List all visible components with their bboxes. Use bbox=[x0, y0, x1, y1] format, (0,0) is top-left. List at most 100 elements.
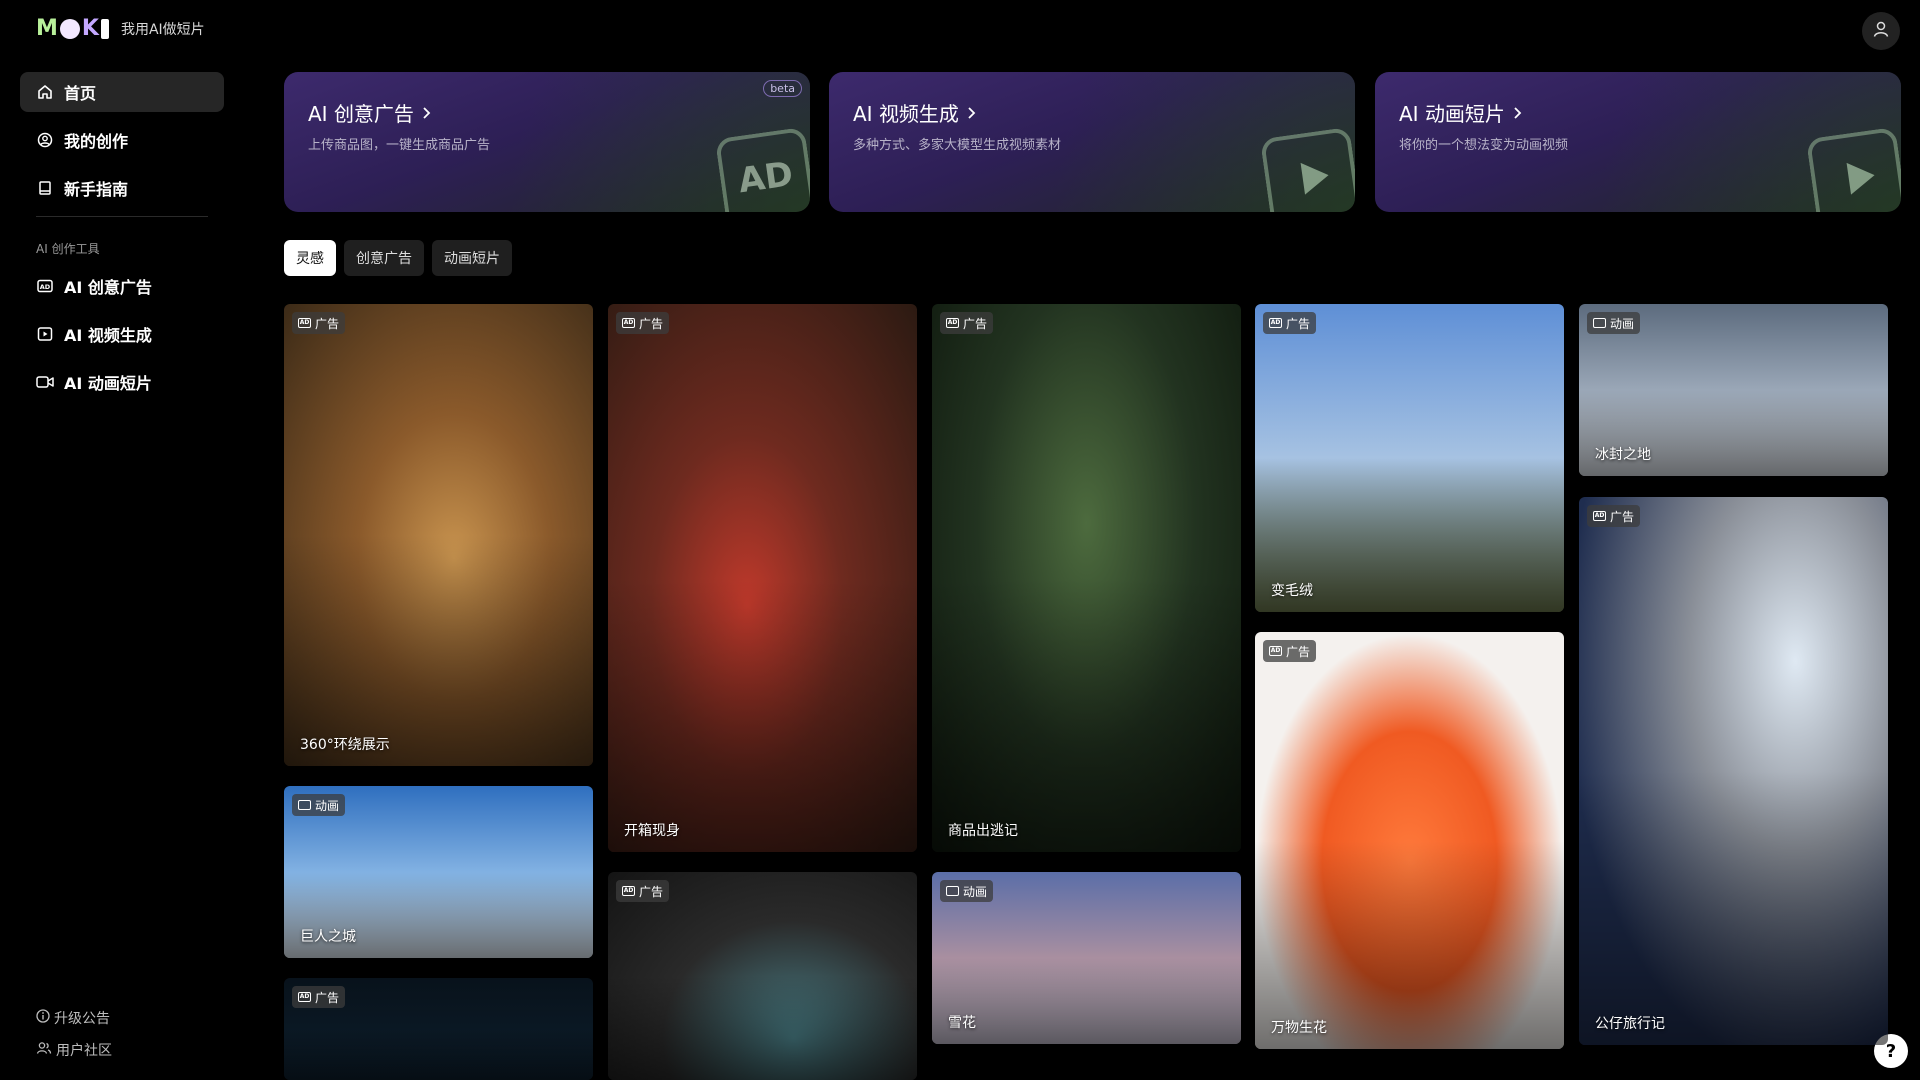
card-title: 公仔旅行记 bbox=[1595, 1016, 1665, 1032]
nav-item-ai-animation[interactable]: AI 动画短片 bbox=[20, 362, 224, 402]
app-root: M K 我用AI做短片 首页 我的创作 新手指南 AI 创作工具 AD AI 创… bbox=[0, 0, 1920, 1080]
film-icon bbox=[1593, 318, 1606, 328]
gallery-card[interactable]: AD 广告 360°环绕展示 bbox=[284, 304, 593, 766]
ad-icon: AD bbox=[622, 318, 635, 328]
ad-badge: AD 广告 bbox=[616, 312, 670, 334]
ad-badge: AD 广告 bbox=[292, 312, 346, 334]
gallery-card[interactable]: AD 广告 bbox=[284, 978, 593, 1080]
badge-label: 广告 bbox=[315, 316, 340, 331]
nav-item-guide[interactable]: 新手指南 bbox=[20, 168, 224, 208]
tools-section-label: AI 创作工具 bbox=[36, 242, 100, 256]
nav-item-label: AI 创意广告 bbox=[64, 278, 152, 297]
users-icon bbox=[36, 1041, 52, 1059]
gallery-card[interactable]: AD 广告 bbox=[608, 872, 917, 1080]
chevron-right-icon bbox=[422, 101, 432, 125]
badge-label: 动画 bbox=[963, 884, 988, 899]
main-nav: 首页 我的创作 新手指南 bbox=[20, 72, 224, 216]
badge-label: 广告 bbox=[639, 884, 664, 899]
nav-item-ai-video[interactable]: AI 视频生成 bbox=[20, 314, 224, 354]
tab-inspiration[interactable]: 灵感 bbox=[284, 240, 336, 276]
logo-mark: M K bbox=[36, 18, 109, 40]
badge-label: 广告 bbox=[963, 316, 988, 331]
beta-badge: beta bbox=[763, 80, 802, 97]
brand-tagline: 我用AI做短片 bbox=[120, 22, 205, 38]
card-title: 变毛绒 bbox=[1271, 583, 1313, 599]
ad-icon: AD bbox=[298, 318, 311, 328]
gallery-card[interactable]: 动画 冰封之地 bbox=[1579, 304, 1888, 476]
card-title: 商品出逃记 bbox=[948, 823, 1018, 839]
nav-item-ai-ad[interactable]: AD AI 创意广告 bbox=[20, 266, 224, 306]
home-icon bbox=[36, 83, 54, 101]
nav-item-label: 首页 bbox=[64, 84, 97, 103]
chevron-right-icon bbox=[967, 101, 977, 125]
ad-illustration-icon: AD bbox=[714, 126, 810, 212]
tab-creative-ads[interactable]: 创意广告 bbox=[344, 240, 424, 276]
gallery-card[interactable]: AD 广告 开箱现身 bbox=[608, 304, 917, 852]
animation-badge: 动画 bbox=[292, 794, 346, 816]
card-title: 冰封之地 bbox=[1595, 447, 1651, 463]
ad-badge: AD 广告 bbox=[616, 880, 670, 902]
feature-title: AI 动画短片 bbox=[1399, 98, 1523, 127]
feature-title-text: AI 创意广告 bbox=[308, 102, 414, 126]
community-link[interactable]: 用户社区 bbox=[36, 1040, 112, 1060]
feature-desc: 多种方式、多家大模型生成视频素材 bbox=[853, 138, 1062, 153]
sidebar-divider bbox=[36, 216, 208, 217]
badge-label: 广告 bbox=[315, 990, 340, 1005]
play-illustration-icon bbox=[1805, 126, 1901, 212]
gallery-card[interactable]: AD 广告 公仔旅行记 bbox=[1579, 497, 1888, 1045]
card-title: 360°环绕展示 bbox=[300, 737, 390, 753]
gallery-card[interactable]: AD 广告 商品出逃记 bbox=[932, 304, 1241, 852]
book-icon bbox=[36, 179, 54, 197]
logo-letter-i bbox=[100, 19, 109, 39]
ad-badge: AD 广告 bbox=[1263, 312, 1317, 334]
badge-label: 广告 bbox=[1610, 509, 1635, 524]
tab-animation-shorts[interactable]: 动画短片 bbox=[432, 240, 512, 276]
link-label: 升级公告 bbox=[54, 1011, 110, 1027]
play-illustration-icon bbox=[1259, 126, 1355, 212]
nav-item-label: AI 动画短片 bbox=[64, 374, 152, 393]
ad-icon: AD bbox=[298, 992, 311, 1002]
play-triangle bbox=[1300, 159, 1331, 195]
feature-title-text: AI 视频生成 bbox=[853, 102, 959, 126]
card-title: 开箱现身 bbox=[624, 823, 680, 839]
gallery-card[interactable]: AD 广告 变毛绒 bbox=[1255, 304, 1564, 612]
ad-badge: AD 广告 bbox=[1263, 640, 1317, 662]
nav-item-label: 我的创作 bbox=[64, 132, 129, 151]
gallery-card[interactable]: 动画 巨人之城 bbox=[284, 786, 593, 958]
link-label: 用户社区 bbox=[56, 1043, 112, 1059]
animation-badge: 动画 bbox=[1587, 312, 1641, 334]
badge-label: 动画 bbox=[315, 798, 340, 813]
logo[interactable]: M K 我用AI做短片 bbox=[36, 18, 205, 40]
feature-desc: 将你的一个想法变为动画视频 bbox=[1399, 138, 1569, 153]
info-icon bbox=[36, 1009, 50, 1027]
ad-badge: AD 广告 bbox=[1587, 505, 1641, 527]
bottom-links: 升级公告 用户社区 bbox=[36, 1008, 112, 1072]
chevron-right-icon bbox=[1513, 101, 1523, 125]
nav-item-label: AI 视频生成 bbox=[64, 326, 152, 345]
feature-card-ai-video[interactable]: AI 视频生成 多种方式、多家大模型生成视频素材 bbox=[829, 72, 1355, 212]
gallery-card[interactable]: 动画 雪花 bbox=[932, 872, 1241, 1044]
ad-icon: AD bbox=[622, 886, 635, 896]
user-avatar-button[interactable] bbox=[1862, 12, 1900, 50]
feature-desc: 上传商品图，一键生成商品广告 bbox=[308, 138, 491, 153]
upgrade-notice-link[interactable]: 升级公告 bbox=[36, 1008, 112, 1028]
feature-card-ai-ad[interactable]: AI 创意广告 上传商品图，一键生成商品广告 beta AD bbox=[284, 72, 810, 212]
nav-item-home[interactable]: 首页 bbox=[20, 72, 224, 112]
ad-icon: AD bbox=[1269, 646, 1282, 656]
badge-label: 广告 bbox=[1286, 316, 1311, 331]
nav-item-my-creations[interactable]: 我的创作 bbox=[20, 120, 224, 160]
logo-letter-o bbox=[59, 19, 80, 39]
film-icon bbox=[946, 886, 959, 896]
feature-title-text: AI 动画短片 bbox=[1399, 102, 1505, 126]
feature-title: AI 创意广告 bbox=[308, 98, 432, 127]
film-icon bbox=[298, 800, 311, 810]
feature-card-ai-animation[interactable]: AI 动画短片 将你的一个想法变为动画视频 bbox=[1375, 72, 1901, 212]
ad-badge: AD 广告 bbox=[940, 312, 994, 334]
card-title: 巨人之城 bbox=[300, 929, 356, 945]
gallery-card[interactable]: AD 广告 万物生花 bbox=[1255, 632, 1564, 1049]
ad-icon: AD bbox=[1593, 511, 1606, 521]
play-triangle bbox=[1846, 159, 1877, 195]
ad-icon: AD bbox=[1269, 318, 1282, 328]
sidebar: M K 我用AI做短片 首页 我的创作 新手指南 AI 创作工具 AD AI 创… bbox=[0, 0, 240, 1080]
ad-badge: AD 广告 bbox=[292, 986, 346, 1008]
